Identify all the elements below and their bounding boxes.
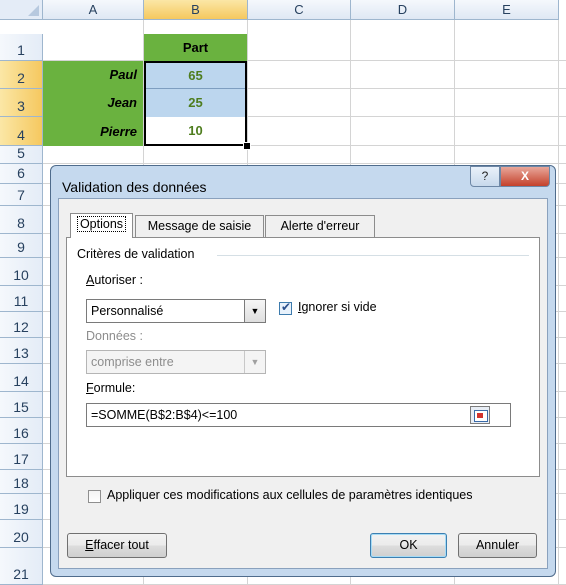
formule-label-text: ormule: [93,381,136,395]
row-header-17[interactable]: 17 [0,444,43,470]
validation-dialog: Validation des données ? X Options Messa… [50,165,556,577]
row-header-3[interactable]: 3 [0,89,43,117]
range-selector-icon[interactable] [470,406,490,424]
row-header-11[interactable]: 11 [0,286,43,312]
dialog-title: Validation des données [62,179,207,195]
row-header-20[interactable]: 20 [0,520,43,548]
row-number: 15 [13,399,29,415]
row-number: 2 [17,70,25,86]
column-header-a[interactable]: A [43,0,144,20]
tab-alerte-erreur[interactable]: Alerte d'erreur [265,215,375,237]
row-header-2[interactable]: 2 [0,61,43,89]
row-number: 14 [13,373,29,389]
row-header-5[interactable]: 5 [0,145,43,164]
column-header-b[interactable]: B [144,0,248,20]
row-header-4[interactable]: 4 [0,117,43,146]
ignore-blank-checkbox[interactable] [279,300,292,315]
cell-b2[interactable]: 65 [146,63,245,89]
row-number: 12 [13,319,29,335]
row-number: 19 [13,501,29,517]
chevron-down-icon: ▼ [244,351,265,373]
autoriser-label: Autoriser : [86,273,143,287]
apply-all-label[interactable]: Appliquer ces modifications aux cellules… [107,488,472,502]
row-number: 1 [17,42,25,58]
row-header-21[interactable]: 21 [0,548,43,585]
clear-all-button[interactable]: Effacer tout [67,533,167,558]
row-header-13[interactable]: 13 [0,338,43,364]
row-number: 7 [17,187,25,203]
row-header-7[interactable]: 7 [0,184,43,206]
row-header-16[interactable]: 16 [0,418,43,444]
row-number: 13 [13,345,29,361]
tab-options-label: Options [76,216,127,232]
cell-b4[interactable]: 10 [146,117,245,144]
cell-b1[interactable]: Part [144,34,247,61]
row-header-6[interactable]: 6 [0,164,43,184]
tab-options[interactable]: Options [70,213,133,238]
row-number: 18 [13,475,29,491]
row-header-15[interactable]: 15 [0,392,43,418]
dialog-body: Options Message de saisie Alerte d'erreu… [58,198,548,569]
column-header-d[interactable]: D [351,0,455,20]
formule-label: Formule: [86,381,136,395]
tab-message-de-saisie[interactable]: Message de saisie [135,215,264,237]
row-number: 9 [17,239,25,255]
column-header-e[interactable]: E [455,0,559,20]
row-header-10[interactable]: 10 [0,258,43,286]
close-button[interactable]: X [500,166,550,187]
row-number: 17 [13,451,29,467]
row-header-1[interactable]: 1 [0,34,43,61]
select-all-corner[interactable] [0,0,43,20]
formule-input[interactable]: =SOMME(B$2:B$4)<=100 [86,403,511,427]
cell-a4[interactable]: Pierre [43,117,143,146]
row-number: 5 [17,145,25,161]
row-number: 8 [17,215,25,231]
row-header-19[interactable]: 19 [0,494,43,520]
fill-handle[interactable] [243,142,251,150]
cell-a2[interactable]: Paul [43,61,143,89]
cancel-button[interactable]: Annuler [458,533,537,558]
row-number: 16 [13,425,29,441]
row-number: 10 [13,267,29,283]
clear-all-label: ffacer tout [93,538,149,552]
row-number: 11 [13,293,29,309]
row-number: 20 [13,529,29,545]
column-header-c[interactable]: C [248,0,351,20]
ignore-blank-label-text: gnorer si vide [301,300,377,314]
group-divider [217,255,529,256]
options-panel: Critères de validation Autoriser : Perso… [66,237,540,477]
row-number: 21 [13,566,29,582]
donnees-select: comprise entre ▼ [86,350,266,374]
chevron-down-icon[interactable]: ▼ [244,300,265,322]
row-number: 6 [17,165,25,181]
row-number: 4 [17,127,25,143]
ignore-blank-label[interactable]: Ignorer si vide [298,300,377,314]
donnees-label: Données : [86,329,143,343]
row-header-18[interactable]: 18 [0,470,43,494]
group-label: Critères de validation [77,247,199,261]
autoriser-label-text: utoriser : [94,273,143,287]
apply-all-checkbox[interactable] [88,490,101,503]
cell-b3[interactable]: 25 [146,89,245,117]
row-header-14[interactable]: 14 [0,364,43,392]
row-header-9[interactable]: 9 [0,234,43,258]
row-number: 3 [17,98,25,114]
ok-button[interactable]: OK [370,533,447,558]
donnees-value: comprise entre [91,355,174,369]
row-header-12[interactable]: 12 [0,312,43,338]
row-header-8[interactable]: 8 [0,206,43,234]
help-button[interactable]: ? [470,166,500,187]
autoriser-select[interactable]: Personnalisé ▼ [86,299,266,323]
cell-a3[interactable]: Jean [43,89,143,117]
autoriser-value: Personnalisé [91,304,164,318]
